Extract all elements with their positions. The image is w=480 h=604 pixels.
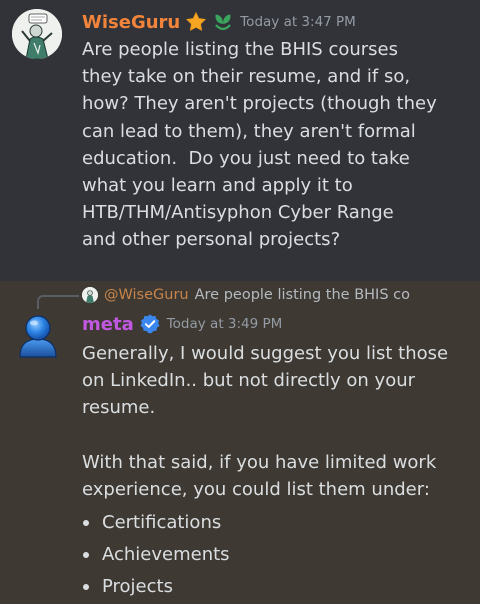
reply-avatar[interactable] — [82, 287, 98, 303]
bullet-icon — [83, 520, 89, 527]
message-timestamp[interactable]: Today at 3:49 PM — [167, 316, 283, 332]
message-line: how? They aren't projects (though they — [82, 93, 437, 115]
meta-avatar[interactable] — [14, 311, 62, 359]
message-line: resume. — [82, 397, 156, 419]
author-name[interactable]: meta — [82, 314, 134, 335]
message-line: Generally, I would suggest you list thos… — [82, 343, 449, 364]
list-item-text: Achievements — [102, 544, 230, 566]
message-line: education. Do you just need to take — [82, 147, 410, 169]
wiseguru-avatar[interactable] — [12, 9, 62, 59]
reply-connector — [37, 295, 79, 309]
reply-text[interactable]: Are people listing the BHIS co — [195, 287, 410, 303]
bullet-icon — [83, 584, 89, 591]
reply-preview[interactable]: @WiseGuru Are people listing the BHIS co — [82, 285, 480, 305]
list-item: Achievements — [82, 539, 472, 571]
list-item: Projects — [82, 571, 472, 603]
message-line: what you learn and apply it to — [82, 175, 353, 197]
message-content: Generally, I would suggest you list thos… — [82, 340, 472, 603]
message-line: experience, you could list them under: — [82, 478, 430, 500]
message-timestamp[interactable]: Today at 3:47 PM — [240, 14, 356, 30]
message-header: WiseGuru Today at 3:47 PM — [82, 10, 356, 34]
author-name[interactable]: WiseGuru — [82, 12, 180, 33]
verified-check-icon[interactable] — [139, 313, 161, 335]
list-item-text: Projects — [102, 576, 173, 598]
list-item-text: Certifications — [102, 512, 222, 534]
bullet-list: Certifications Achievements Projects — [82, 507, 472, 603]
message-line: and other personal projects? — [82, 229, 341, 251]
message-line: they take on their resume, and if so, — [82, 66, 411, 88]
star-icon[interactable] — [185, 11, 207, 33]
leaf-badge-icon[interactable] — [212, 11, 234, 33]
reply-mention[interactable]: @WiseGuru — [104, 287, 189, 303]
message-header: meta Today at 3:49 PM — [82, 311, 282, 337]
list-item: Certifications — [82, 507, 472, 539]
message-content: Are people listing the BHIS courses they… — [82, 36, 467, 254]
bullet-icon — [83, 552, 89, 559]
message-line: Are people listing the BHIS courses — [82, 39, 398, 60]
message-line: With that said, if you have limited work — [82, 451, 437, 473]
message-line: on LinkedIn.. but not directly on your — [82, 370, 416, 392]
message-wiseguru: WiseGuru Today at 3:47 PM Are people lis… — [0, 0, 480, 281]
message-meta: @WiseGuru Are people listing the BHIS co… — [0, 281, 480, 604]
message-line: HTB/THM/Antisyphon Cyber Range — [82, 202, 394, 224]
message-line: can lead to them), they aren't formal — [82, 120, 416, 142]
